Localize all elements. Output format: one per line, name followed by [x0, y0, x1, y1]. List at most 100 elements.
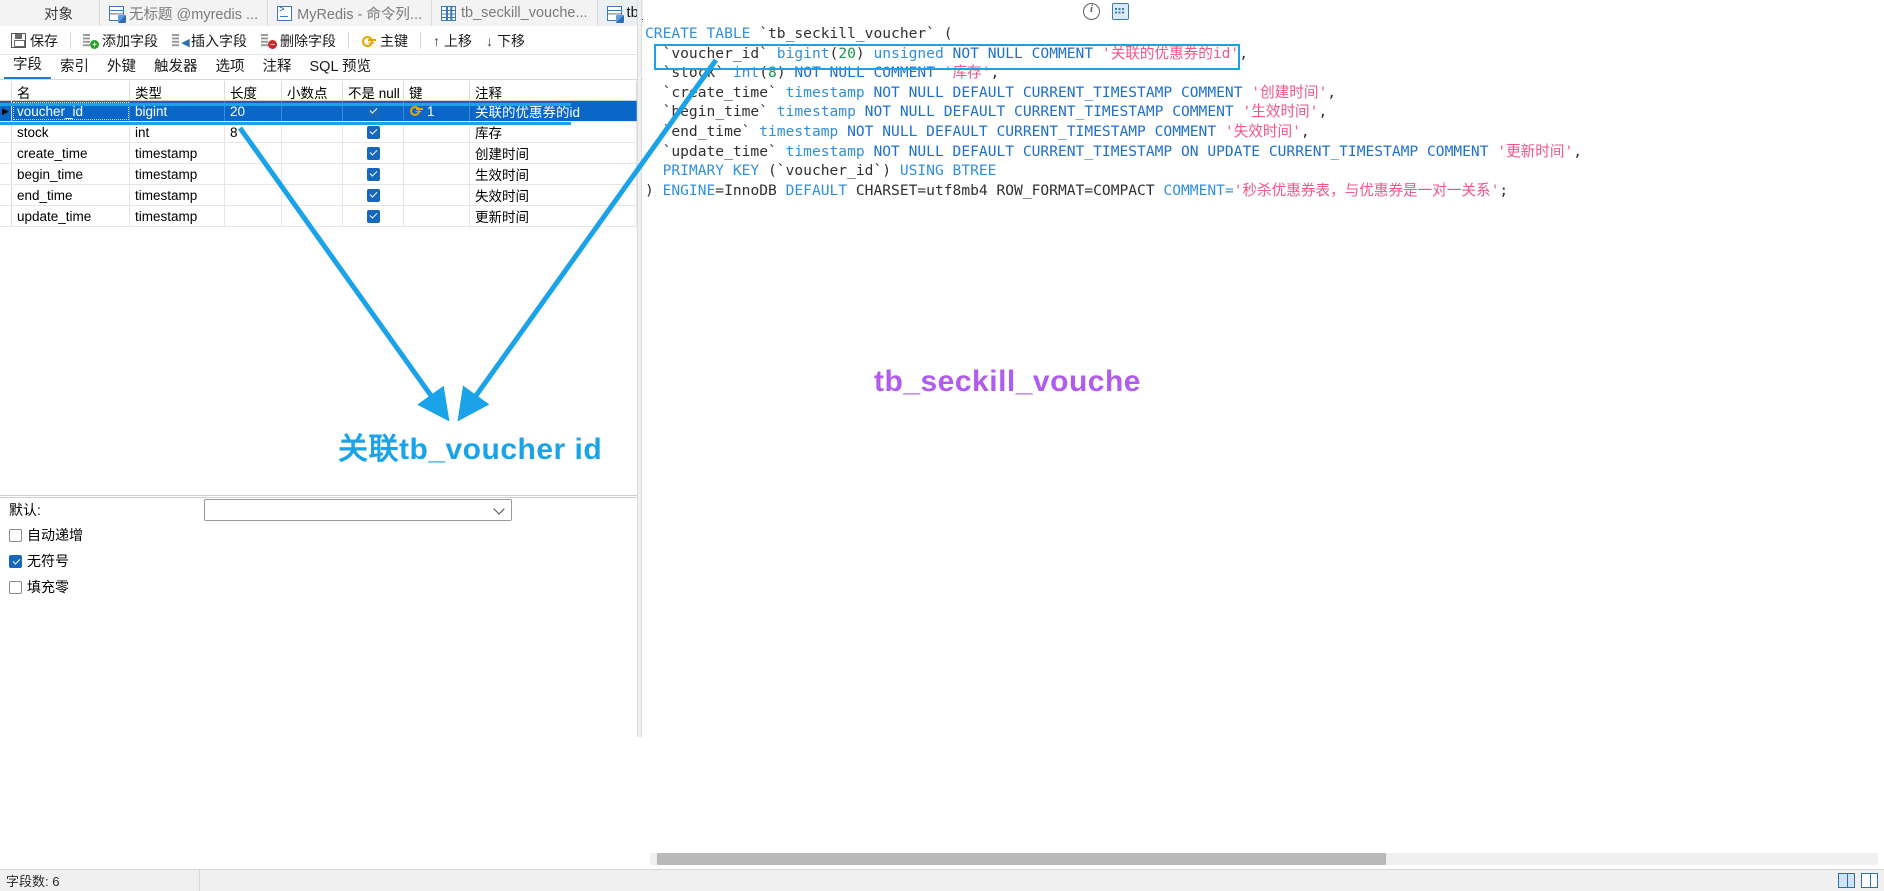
- table-row[interactable]: ▶ voucher_id bigint 20 1 关联的优惠券的id: [0, 101, 637, 122]
- column-header-comment[interactable]: 注释: [470, 81, 637, 100]
- row-marker: [0, 206, 12, 226]
- default-value-select[interactable]: [204, 499, 512, 521]
- checkbox-checked-icon[interactable]: [366, 146, 380, 160]
- cell-field-key[interactable]: [404, 122, 470, 142]
- cell-field-not-null[interactable]: [343, 206, 404, 226]
- tab-untitled-myredis[interactable]: 无标题 @myredis ...: [100, 0, 269, 26]
- cell-field-comment[interactable]: 创建时间: [470, 143, 637, 163]
- cell-field-decimals[interactable]: [282, 164, 343, 184]
- tab-objects[interactable]: 对象: [0, 0, 100, 26]
- cell-field-decimals[interactable]: [282, 122, 343, 142]
- subtab-options[interactable]: 选项: [207, 53, 254, 79]
- table-row[interactable]: stock int 8 库存: [0, 122, 637, 143]
- insert-field-button[interactable]: ◀ 插入字段: [165, 29, 254, 53]
- column-header-name[interactable]: 名: [12, 81, 130, 100]
- cell-field-type[interactable]: int: [130, 122, 225, 142]
- cell-field-comment[interactable]: 生效时间: [470, 164, 637, 184]
- cell-field-name[interactable]: stock: [12, 122, 130, 142]
- add-field-button[interactable]: + 添加字段: [76, 29, 165, 53]
- zerofill-checkbox[interactable]: [9, 580, 22, 594]
- checkbox-checked-icon[interactable]: [366, 209, 380, 223]
- save-button[interactable]: 保存: [4, 29, 65, 53]
- sql-token: (`voucher_id`): [768, 162, 900, 180]
- sql-scrollbar-thumb[interactable]: [657, 853, 1386, 865]
- info-icon[interactable]: [1083, 3, 1100, 20]
- save-label: 保存: [30, 32, 58, 49]
- cell-field-name[interactable]: begin_time: [12, 164, 130, 184]
- cell-field-key[interactable]: [404, 143, 470, 163]
- cell-field-key[interactable]: 1: [404, 101, 470, 121]
- fields-grid[interactable]: 名 类型 长度 小数点 不是 null 键 注释 ▶ voucher_id bi…: [0, 81, 637, 496]
- sql-token: ,: [1300, 122, 1310, 140]
- cell-field-comment[interactable]: 失效时间: [470, 185, 637, 205]
- column-header-key[interactable]: 键: [404, 81, 470, 100]
- column-header-type[interactable]: 类型: [130, 81, 225, 100]
- cell-field-decimals[interactable]: [282, 101, 343, 121]
- cell-field-key[interactable]: [404, 206, 470, 226]
- cell-field-decimals[interactable]: [282, 143, 343, 163]
- table-row[interactable]: create_time timestamp 创建时间: [0, 143, 637, 164]
- cell-field-length[interactable]: [225, 143, 282, 163]
- vertical-splitter[interactable]: [637, 0, 642, 737]
- cell-field-length[interactable]: 20: [225, 101, 282, 121]
- cell-field-type[interactable]: timestamp: [130, 206, 225, 226]
- sql-token: timestamp: [785, 83, 874, 101]
- table-row[interactable]: update_time timestamp 更新时间: [0, 206, 637, 227]
- cell-field-type[interactable]: timestamp: [130, 185, 225, 205]
- sql-code-text[interactable]: CREATE TABLE `tb_seckill_voucher` ( `vou…: [643, 24, 1884, 714]
- checkbox-checked-icon[interactable]: [366, 188, 380, 202]
- auto-increment-row[interactable]: 自动递增: [0, 522, 637, 548]
- keyboard-icon[interactable]: [1112, 3, 1129, 20]
- cell-field-name[interactable]: voucher_id: [12, 101, 130, 121]
- cell-field-name[interactable]: update_time: [12, 206, 130, 226]
- unsigned-checkbox[interactable]: [9, 554, 22, 568]
- cell-field-type[interactable]: bigint: [130, 101, 225, 121]
- auto-increment-checkbox[interactable]: [9, 528, 22, 542]
- cell-field-name[interactable]: end_time: [12, 185, 130, 205]
- cell-field-decimals[interactable]: [282, 206, 343, 226]
- unsigned-label: 无符号: [27, 553, 69, 569]
- cell-field-type[interactable]: timestamp: [130, 164, 225, 184]
- subtab-comment[interactable]: 注释: [254, 53, 301, 79]
- table-row[interactable]: end_time timestamp 失效时间: [0, 185, 637, 206]
- cell-field-not-null[interactable]: [343, 164, 404, 184]
- cell-field-not-null[interactable]: [343, 101, 404, 121]
- checkbox-checked-icon[interactable]: [366, 167, 380, 181]
- cell-field-length[interactable]: [225, 206, 282, 226]
- unsigned-row[interactable]: 无符号: [0, 548, 637, 574]
- cell-field-length[interactable]: 8: [225, 122, 282, 142]
- move-down-button[interactable]: ↓ 下移: [479, 29, 532, 53]
- cell-field-key[interactable]: [404, 185, 470, 205]
- cell-field-comment[interactable]: 更新时间: [470, 206, 637, 226]
- primary-key-button[interactable]: 主键: [354, 29, 415, 53]
- cell-field-decimals[interactable]: [282, 185, 343, 205]
- table-row[interactable]: begin_time timestamp 生效时间: [0, 164, 637, 185]
- cell-field-not-null[interactable]: [343, 185, 404, 205]
- column-header-not-null[interactable]: 不是 null: [343, 81, 404, 100]
- cell-field-length[interactable]: [225, 185, 282, 205]
- checkbox-checked-icon[interactable]: [366, 104, 380, 118]
- tab-tb-seckill-voucher-data[interactable]: tb_seckill_vouche...: [432, 0, 598, 26]
- cell-field-comment[interactable]: 库存: [470, 122, 637, 142]
- cell-field-key[interactable]: [404, 164, 470, 184]
- cell-field-name[interactable]: create_time: [12, 143, 130, 163]
- checkbox-checked-icon[interactable]: [366, 125, 380, 139]
- subtab-sql-preview[interactable]: SQL 预览: [301, 53, 381, 79]
- delete-field-button[interactable]: − 删除字段: [254, 29, 343, 53]
- subtab-foreign-keys[interactable]: 外键: [98, 53, 145, 79]
- move-up-button[interactable]: ↑ 上移: [426, 29, 479, 53]
- subtab-fields[interactable]: 字段: [4, 51, 51, 79]
- grid-view-button[interactable]: [1861, 873, 1878, 888]
- cell-field-length[interactable]: [225, 164, 282, 184]
- column-header-length[interactable]: 长度: [225, 81, 282, 100]
- subtab-indexes[interactable]: 索引: [51, 53, 98, 79]
- cell-field-comment[interactable]: 关联的优惠券的id: [470, 101, 637, 121]
- cell-field-not-null[interactable]: [343, 143, 404, 163]
- subtab-triggers[interactable]: 触发器: [145, 53, 207, 79]
- cell-field-type[interactable]: timestamp: [130, 143, 225, 163]
- zerofill-row[interactable]: 填充零: [0, 574, 637, 600]
- cell-field-not-null[interactable]: [343, 122, 404, 142]
- tab-myredis-console[interactable]: MyRedis - 命令列...: [268, 0, 432, 26]
- split-view-button[interactable]: [1838, 873, 1855, 888]
- column-header-decimals[interactable]: 小数点: [282, 81, 343, 100]
